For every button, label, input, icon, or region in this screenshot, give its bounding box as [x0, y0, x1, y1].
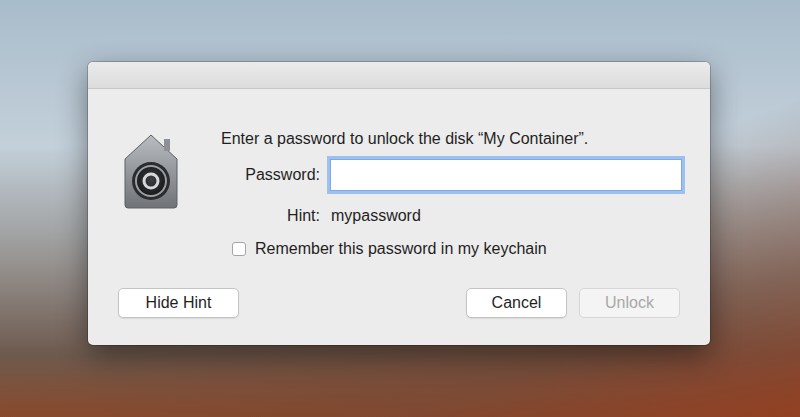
dialog-button[interactable]: Cancel: [466, 288, 567, 318]
password-dialog: Enter a password to unlock the disk “My …: [88, 62, 710, 345]
hint-label: Hint:: [221, 206, 320, 226]
password-field[interactable]: [330, 159, 682, 191]
password-label: Password:: [221, 166, 320, 184]
remember-checkbox[interactable]: [232, 242, 246, 256]
dialog-button[interactable]: Unlock: [579, 288, 680, 318]
button-row: Hide Hint Cancel Unlock: [118, 288, 682, 318]
remember-label[interactable]: Remember this password in my keychain: [255, 239, 547, 259]
dialog-message: Enter a password to unlock the disk “My …: [221, 129, 682, 149]
vault-lock-icon: [122, 129, 180, 211]
hint-text: mypassword: [330, 206, 682, 226]
title-bar[interactable]: [88, 62, 710, 89]
remember-option[interactable]: Remember this password in my keychain: [221, 239, 682, 259]
hide-hint-button[interactable]: Hide Hint: [118, 288, 239, 318]
desktop: Enter a password to unlock the disk “My …: [0, 0, 800, 417]
